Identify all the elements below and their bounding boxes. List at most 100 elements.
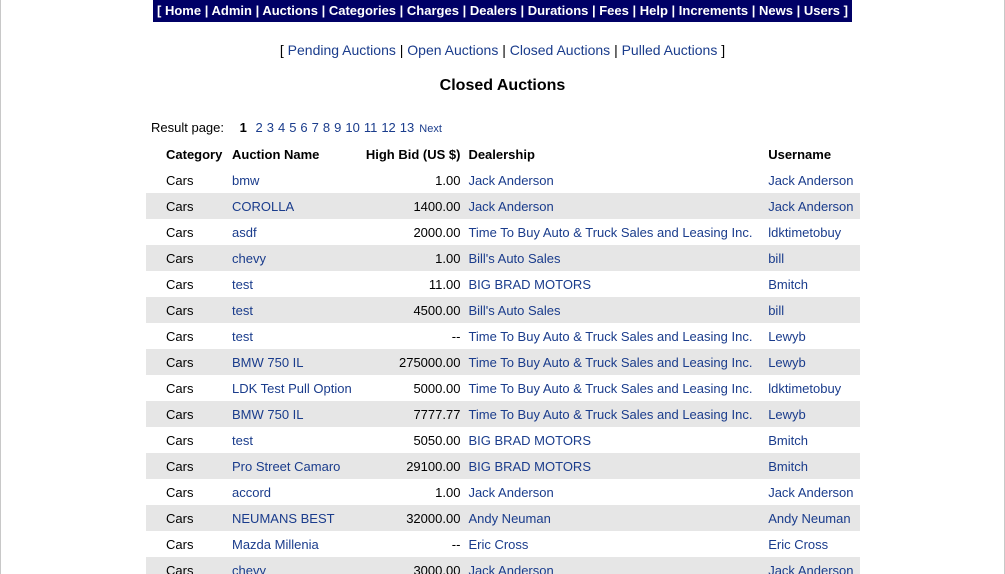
dealership-link[interactable]: Jack Anderson (468, 485, 553, 500)
username-link[interactable]: Jack Anderson (768, 563, 853, 574)
dealership-link[interactable]: Time To Buy Auto & Truck Sales and Leasi… (468, 355, 752, 370)
cell-dealership: Time To Buy Auto & Truck Sales and Leasi… (464, 375, 764, 401)
username-link[interactable]: bill (768, 303, 784, 318)
cell-username: Jack Anderson (764, 167, 860, 193)
auction-name-link[interactable]: chevy (232, 251, 266, 266)
subnav-open-auctions[interactable]: Open Auctions (407, 42, 498, 58)
cell-dealership: Jack Anderson (464, 167, 764, 193)
cell-dealership: Time To Buy Auto & Truck Sales and Leasi… (464, 401, 765, 427)
dealership-link[interactable]: Bill's Auto Sales (468, 251, 560, 266)
username-link[interactable]: Lewyb (768, 355, 806, 370)
dealership-link[interactable]: Eric Cross (468, 537, 528, 552)
cell-dealership: Time To Buy Auto & Truck Sales and Leasi… (464, 219, 764, 245)
auction-name-link[interactable]: Mazda Millenia (232, 537, 319, 552)
auction-name-link[interactable]: test (232, 433, 253, 448)
username-link[interactable]: Eric Cross (768, 537, 828, 552)
col-header-dealership: Dealership (468, 146, 535, 162)
pager-page-link[interactable]: 11 (364, 120, 378, 135)
auction-name-link[interactable]: BMW 750 IL (232, 355, 304, 370)
dealership-link[interactable]: BIG BRAD MOTORS (468, 459, 591, 474)
nav-help[interactable]: Help (640, 3, 668, 18)
cell-username: Jack Anderson (764, 193, 860, 219)
cell-category: Cars (166, 536, 194, 552)
pager-page-link[interactable]: 7 (312, 120, 319, 135)
auction-name-link[interactable]: test (232, 303, 253, 318)
auction-name-link[interactable]: NEUMANS BEST (232, 511, 335, 526)
dealership-link[interactable]: Andy Neuman (468, 511, 550, 526)
nav-increments[interactable]: Increments (679, 3, 748, 18)
pager-page-link[interactable]: 12 (381, 120, 395, 135)
nav-admin[interactable]: Admin (211, 3, 251, 18)
pager-page-link[interactable]: 8 (323, 120, 330, 135)
nav-charges[interactable]: Charges (407, 3, 459, 18)
username-link[interactable]: Jack Anderson (768, 485, 853, 500)
auction-name-link[interactable]: asdf (232, 225, 257, 240)
auction-name-link[interactable]: test (232, 329, 253, 344)
dealership-link[interactable]: Jack Anderson (468, 173, 553, 188)
cell-dealership: Eric Cross (464, 531, 764, 557)
nav-auctions[interactable]: Auctions (262, 3, 318, 18)
auction-name-link[interactable]: accord (232, 485, 271, 500)
dealership-link[interactable]: Time To Buy Auto & Truck Sales and Leasi… (468, 329, 752, 344)
pager-page-link[interactable]: 6 (300, 120, 307, 135)
dealership-link[interactable]: Time To Buy Auto & Truck Sales and Leasi… (468, 381, 752, 396)
cell-category: Cars (146, 505, 228, 531)
auction-name-link[interactable]: BMW 750 IL (232, 407, 304, 422)
cell-auction-name: test (228, 297, 360, 323)
cell-auction-name: test (228, 271, 359, 297)
nav-durations[interactable]: Durations (528, 3, 589, 18)
cell-high-bid: 5000.00 (413, 380, 461, 396)
dealership-link[interactable]: BIG BRAD MOTORS (468, 277, 591, 292)
pager-page-link[interactable]: 4 (278, 120, 285, 135)
nav-users[interactable]: Users (804, 3, 840, 18)
username-link[interactable]: bill (768, 251, 784, 266)
subnav-closed-auctions[interactable]: Closed Auctions (510, 42, 610, 58)
table-row: Cars LDK Test Pull Option 5000.00 Time To B… (146, 375, 860, 401)
pager-page-link[interactable]: 2 (255, 120, 262, 135)
pager-page-link[interactable]: 3 (267, 120, 274, 135)
username-link[interactable]: ldktimetobuy (768, 225, 841, 240)
table-row: Cars test 4500.00 Bill's Auto Sales bill (146, 297, 860, 323)
cell-category: Cars (146, 453, 228, 479)
username-link[interactable]: ldktimetobuy (768, 381, 841, 396)
nav-categories[interactable]: Categories (329, 3, 396, 18)
dealership-link[interactable]: Time To Buy Auto & Truck Sales and Leasi… (468, 407, 752, 422)
auction-name-link[interactable]: LDK Test Pull Option (232, 381, 352, 396)
username-link[interactable]: Jack Anderson (768, 173, 853, 188)
auction-name-link[interactable]: bmw (232, 173, 259, 188)
username-link[interactable]: Bmitch (768, 459, 808, 474)
username-link[interactable]: Lewyb (768, 329, 806, 344)
table-row: Cars test -- Time To Buy Auto & Truck Sales… (146, 323, 860, 349)
pager-page-link[interactable]: 10 (345, 120, 359, 135)
auction-name-link[interactable]: chevy (232, 563, 266, 574)
auction-name-link[interactable]: COROLLA (232, 199, 294, 214)
nav-home[interactable]: Home (165, 3, 201, 18)
top-nav-wrapper: [ Home | Admin | Auctions | Categories |… (1, 0, 1004, 24)
username-link[interactable]: Bmitch (768, 433, 808, 448)
nav-news[interactable]: News (759, 3, 793, 18)
subnav-pulled-auctions[interactable]: Pulled Auctions (622, 42, 718, 58)
dealership-link[interactable]: Time To Buy Auto & Truck Sales and Leasi… (468, 225, 752, 240)
cell-high-bid: 11.00 (428, 276, 461, 292)
username-link[interactable]: Bmitch (768, 277, 808, 292)
auction-name-link[interactable]: Pro Street Camaro (232, 459, 340, 474)
nav-fees[interactable]: Fees (599, 3, 629, 18)
nav-dealers[interactable]: Dealers (470, 3, 517, 18)
dealership-link[interactable]: Jack Anderson (468, 563, 553, 574)
username-link[interactable]: Jack Anderson (768, 199, 853, 214)
auction-name-link[interactable]: test (232, 277, 253, 292)
username-link[interactable]: Lewyb (768, 407, 806, 422)
pager-page-link[interactable]: 5 (289, 120, 296, 135)
cell-username: Lewyb (764, 349, 860, 375)
dealership-link[interactable]: Bill's Auto Sales (468, 303, 560, 318)
nav-separator: | (462, 3, 470, 18)
pager-next-link[interactable]: Next (419, 123, 442, 135)
dealership-link[interactable]: BIG BRAD MOTORS (468, 433, 591, 448)
username-link[interactable]: Andy Neuman (768, 511, 850, 526)
dealership-link[interactable]: Jack Anderson (468, 199, 553, 214)
nav-separator: | (399, 3, 407, 18)
pager-page-link[interactable]: 13 (400, 120, 414, 135)
cell-category: Cars (146, 193, 228, 219)
pager-page-link[interactable]: 9 (334, 120, 341, 135)
subnav-pending-auctions[interactable]: Pending Auctions (288, 42, 396, 58)
